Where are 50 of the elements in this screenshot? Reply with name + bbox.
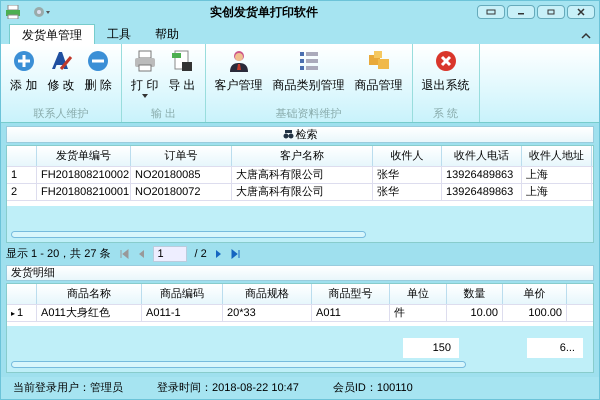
ribbon-button[interactable]: 删 除 [80, 49, 118, 102]
row-number: 1 [17, 307, 24, 320]
search-label: 检索 [296, 128, 318, 143]
group-label: 系 统 [432, 106, 460, 122]
minimize-button[interactable] [507, 4, 535, 19]
print-icon [132, 49, 157, 74]
binoculars-icon [282, 130, 294, 140]
total-value: 6... [527, 338, 583, 358]
scrollbar-thumb[interactable] [11, 230, 366, 238]
total-value: 150 [403, 338, 459, 358]
capture-button[interactable] [477, 4, 505, 19]
gear-icon[interactable] [33, 6, 51, 18]
ribbon-button[interactable]: 导 出 [163, 49, 201, 102]
ribbon-button[interactable]: 商品管理 [350, 49, 408, 102]
page-total: / 2 [194, 247, 207, 262]
tab[interactable]: 工具 [95, 24, 143, 44]
maximize-icon [547, 8, 555, 15]
add-icon [12, 49, 36, 74]
window-title: 实创发货单打印软件 [209, 4, 319, 21]
search-bar[interactable]: 检索 [6, 126, 594, 144]
close-icon [577, 8, 585, 16]
row-marker: ▸ [11, 309, 15, 318]
maximize-button[interactable] [537, 4, 565, 19]
ribbon-button[interactable]: 商品类别管理 [268, 49, 350, 102]
status-text: 登录时间：2018-08-22 10:47 [157, 380, 299, 396]
remove-icon [86, 49, 110, 74]
scrollbar-thumb[interactable] [11, 360, 466, 368]
group-label: 基础资料维护 [274, 106, 343, 122]
ribbon-button[interactable]: 修 改 [42, 49, 80, 102]
last-page-icon[interactable] [230, 249, 241, 260]
ribbon-button[interactable]: 添 加 [5, 49, 42, 102]
group-label: 联系人维护 [32, 106, 90, 122]
group-label: 输 出 [150, 107, 177, 122]
ribbon-button[interactable]: 打 印 [126, 49, 164, 102]
status-text: 会员ID：100110 [332, 380, 413, 396]
collapse-icon[interactable] [581, 32, 591, 40]
printer-icon[interactable] [5, 4, 21, 19]
ribbon-button[interactable]: 客户管理 [210, 49, 268, 102]
capture-icon [486, 8, 496, 15]
exit-icon [434, 49, 458, 74]
close-button[interactable] [567, 4, 595, 19]
page-field[interactable]: 1 [152, 246, 187, 262]
pager-summary: 显示 1 - 20，共 27 条 [6, 247, 111, 262]
tab[interactable]: 帮助 [143, 24, 191, 44]
tab[interactable]: 发货单管理 [9, 24, 95, 44]
ribbon-button[interactable]: 退出系统 [416, 49, 475, 102]
export-icon [170, 49, 194, 74]
status-text: 当前登录用户：管理员 [13, 380, 123, 396]
section-title: 发货明细 [6, 265, 594, 282]
next-page-icon[interactable] [214, 249, 223, 260]
